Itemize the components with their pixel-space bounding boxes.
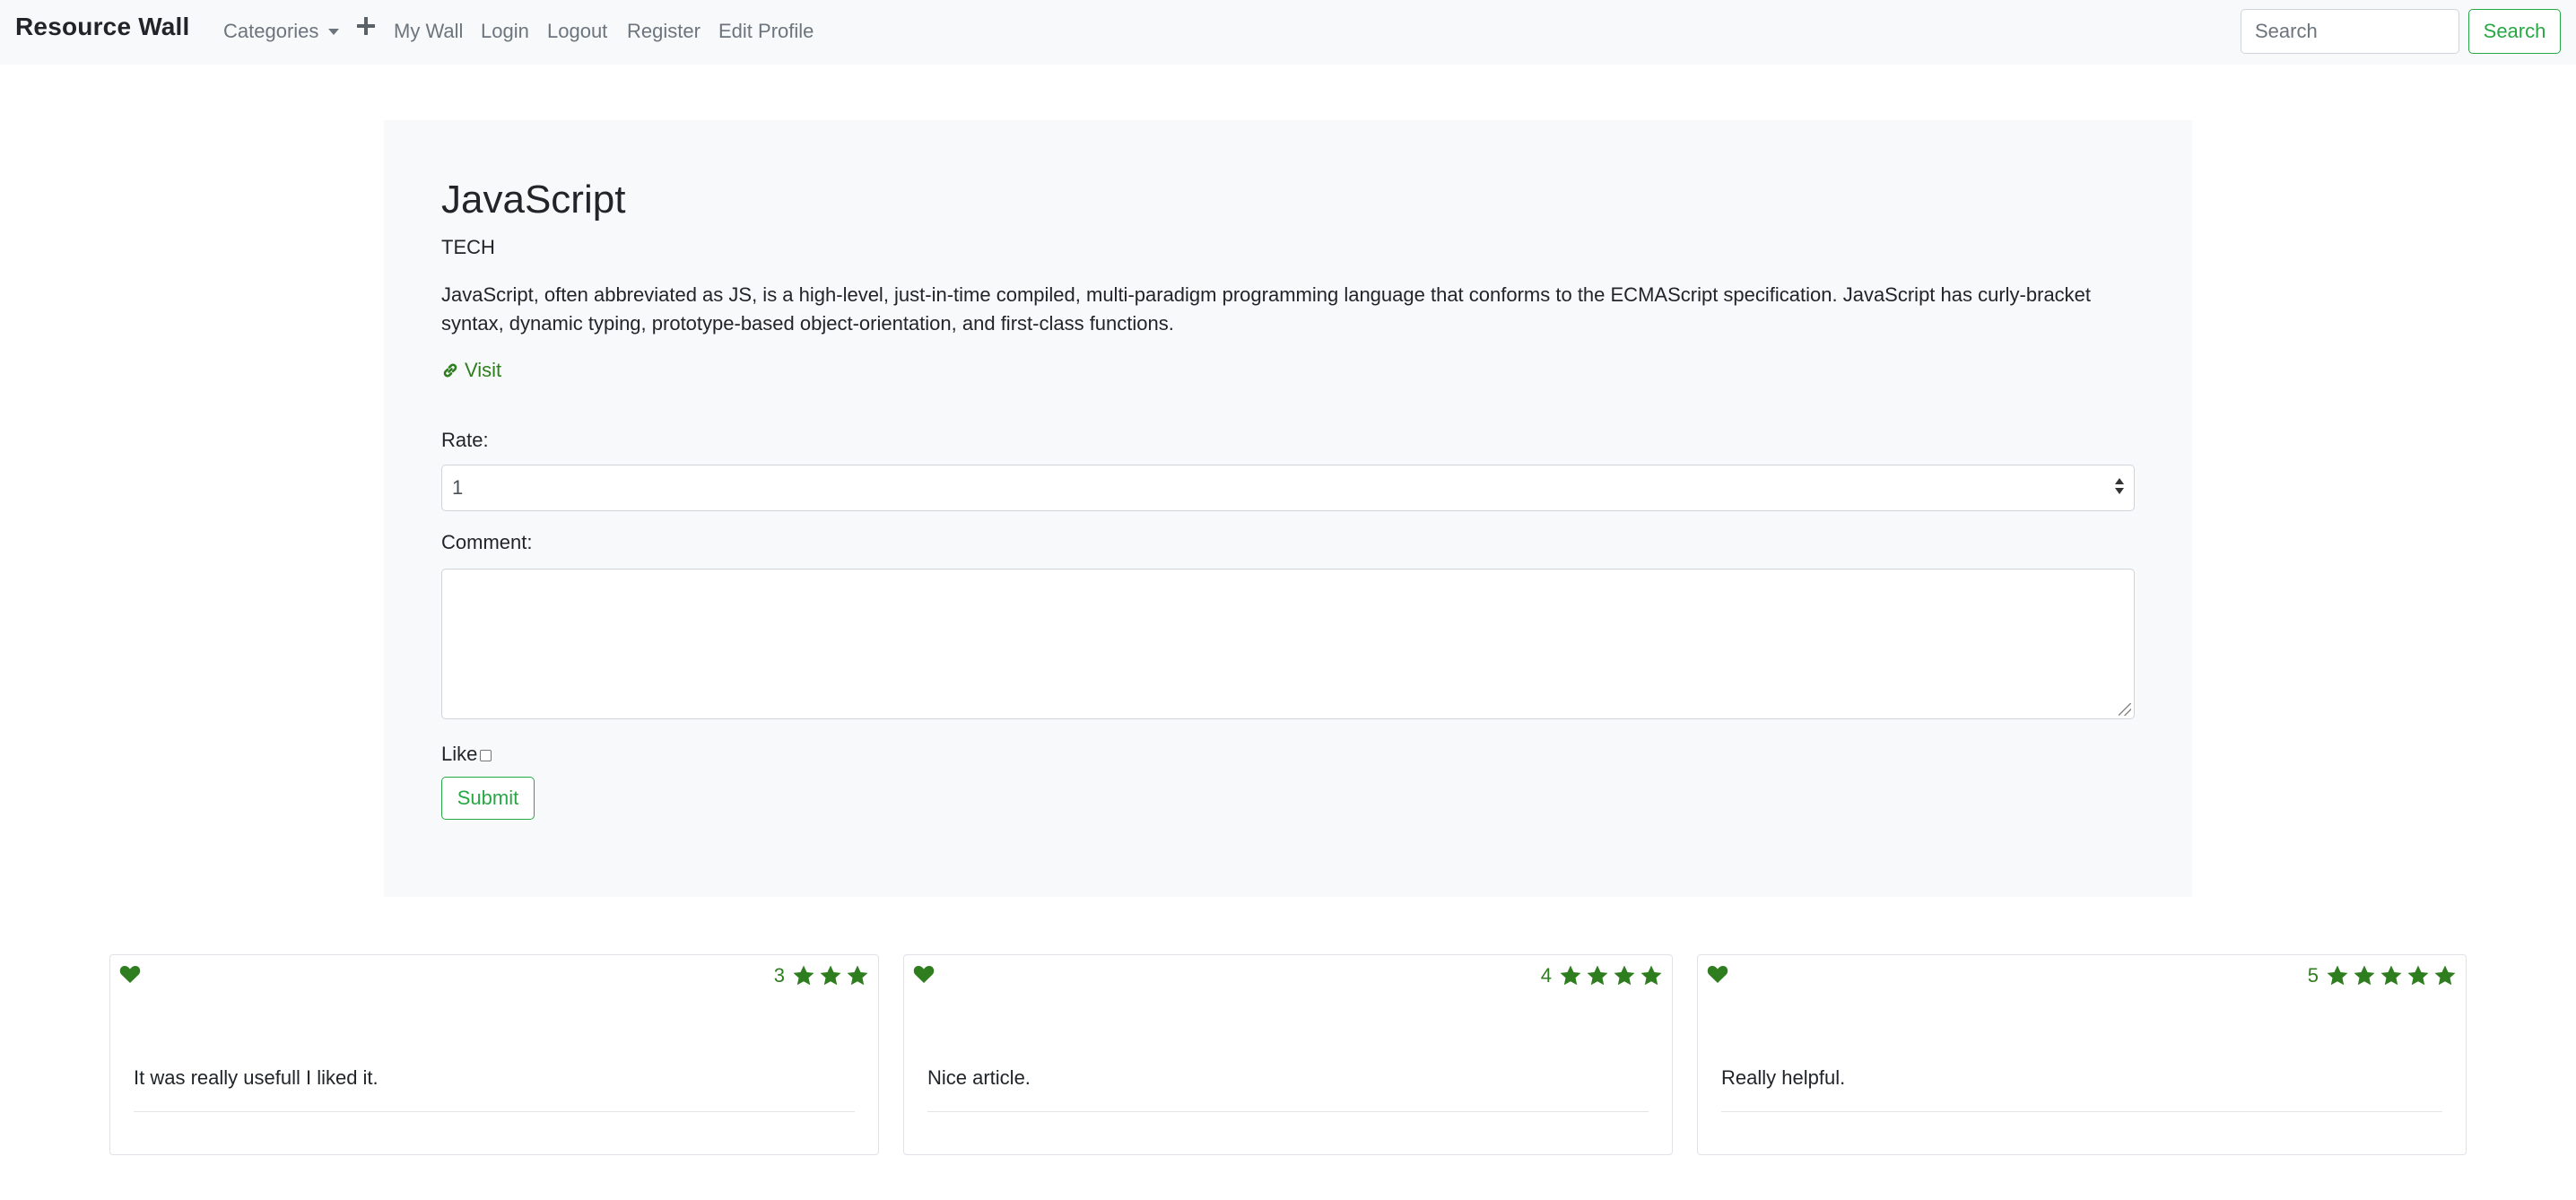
- divider: [134, 1111, 855, 1112]
- nav-register[interactable]: Register: [627, 20, 701, 43]
- visit-link[interactable]: Visit: [441, 359, 501, 382]
- star-icon: [793, 965, 814, 986]
- link-icon: [443, 363, 457, 378]
- nav-login[interactable]: Login: [481, 20, 529, 43]
- heart-icon: [119, 966, 141, 983]
- star-icon: [1640, 965, 1662, 986]
- star-icon: [2354, 965, 2375, 986]
- search-button[interactable]: Search: [2468, 9, 2561, 54]
- comment-card: 5 Really helpful.: [1697, 954, 2467, 1155]
- star-icon: [2434, 965, 2456, 986]
- submit-button[interactable]: Submit: [441, 777, 535, 820]
- star-icon: [1587, 965, 1608, 986]
- rating: 5: [2308, 964, 2457, 987]
- comment-textarea[interactable]: [441, 569, 2135, 719]
- rating-value: 4: [1540, 964, 1552, 987]
- divider: [1721, 1111, 2442, 1112]
- rate-label: Rate:: [441, 429, 489, 451]
- resize-handle-icon[interactable]: [2119, 703, 2131, 716]
- plus-icon[interactable]: [357, 17, 375, 35]
- star-icon: [820, 965, 841, 986]
- star-icon: [1614, 965, 1635, 986]
- like-label: Like: [441, 743, 478, 765]
- categories-label: Categories: [223, 20, 319, 42]
- resource-title: JavaScript: [441, 178, 626, 222]
- comment-label: Comment:: [441, 531, 533, 553]
- brand-logo[interactable]: Resource Wall: [15, 13, 190, 41]
- comment-card: 4 Nice article.: [903, 954, 1673, 1155]
- rate-select[interactable]: 1: [441, 465, 2135, 511]
- heart-icon: [1707, 966, 1728, 983]
- rate-select-value: 1: [452, 476, 464, 499]
- rating: 4: [1541, 964, 1663, 987]
- comment-text: Really helpful.: [1721, 1066, 1846, 1089]
- divider: [927, 1111, 1649, 1112]
- star-icon: [847, 965, 868, 986]
- comment-text: It was really usefull I liked it.: [134, 1066, 379, 1089]
- nav-edit-profile[interactable]: Edit Profile: [718, 20, 814, 43]
- resource-panel: JavaScript TECH JavaScript, often abbrev…: [384, 120, 2192, 897]
- navbar: Resource Wall Categories My Wall Login L…: [0, 0, 2576, 65]
- rating-value: 3: [773, 964, 785, 987]
- nav-logout[interactable]: Logout: [547, 20, 607, 43]
- star-icon: [1560, 965, 1581, 986]
- select-arrows-icon: [2115, 476, 2124, 500]
- star-icon: [2380, 965, 2402, 986]
- visit-label: Visit: [465, 359, 502, 381]
- search-input[interactable]: [2241, 9, 2459, 54]
- nav-my-wall[interactable]: My Wall: [394, 20, 463, 43]
- heart-icon: [913, 966, 935, 983]
- categories-dropdown[interactable]: Categories: [223, 20, 340, 43]
- rating-value: 5: [2307, 964, 2319, 987]
- like-checkbox[interactable]: [480, 750, 492, 761]
- comment-card: 3 It was really usefull I liked it.: [109, 954, 879, 1155]
- like-row: Like: [441, 743, 492, 766]
- resource-category: TECH: [441, 236, 495, 258]
- comment-text: Nice article.: [927, 1066, 1031, 1089]
- star-icon: [2407, 965, 2429, 986]
- chevron-down-icon: [328, 29, 340, 35]
- rating: 3: [774, 964, 869, 987]
- resource-description: JavaScript, often abbreviated as JS, is …: [441, 283, 2092, 335]
- star-icon: [2327, 965, 2348, 986]
